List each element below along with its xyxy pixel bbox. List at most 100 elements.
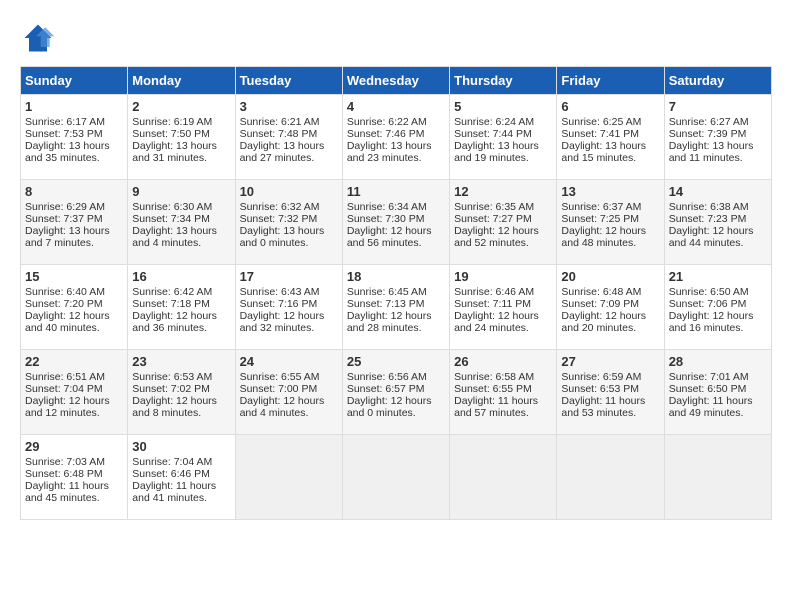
sunrise: Sunrise: 6:22 AM bbox=[347, 116, 427, 128]
day-number: 4 bbox=[347, 99, 445, 114]
sunset: Sunset: 7:39 PM bbox=[669, 128, 747, 140]
day-number: 10 bbox=[240, 184, 338, 199]
calendar-body: 1Sunrise: 6:17 AMSunset: 7:53 PMDaylight… bbox=[21, 95, 772, 520]
sunset: Sunset: 7:13 PM bbox=[347, 298, 425, 310]
sunrise: Sunrise: 6:24 AM bbox=[454, 116, 534, 128]
sunrise: Sunrise: 6:38 AM bbox=[669, 201, 749, 213]
calendar-row: 15Sunrise: 6:40 AMSunset: 7:20 PMDayligh… bbox=[21, 265, 772, 350]
calendar-cell: 15Sunrise: 6:40 AMSunset: 7:20 PMDayligh… bbox=[21, 265, 128, 350]
sunset: Sunset: 7:32 PM bbox=[240, 213, 318, 225]
day-number: 15 bbox=[25, 269, 123, 284]
daylight: Daylight: 12 hours and 4 minutes. bbox=[240, 395, 325, 419]
daylight: Daylight: 13 hours and 19 minutes. bbox=[454, 140, 539, 164]
sunrise: Sunrise: 7:04 AM bbox=[132, 456, 212, 468]
sunset: Sunset: 7:37 PM bbox=[25, 213, 103, 225]
sunrise: Sunrise: 6:19 AM bbox=[132, 116, 212, 128]
day-number: 30 bbox=[132, 439, 230, 454]
dow-header: Tuesday bbox=[235, 67, 342, 95]
day-number: 24 bbox=[240, 354, 338, 369]
daylight: Daylight: 12 hours and 44 minutes. bbox=[669, 225, 754, 249]
calendar-cell: 17Sunrise: 6:43 AMSunset: 7:16 PMDayligh… bbox=[235, 265, 342, 350]
daylight: Daylight: 12 hours and 56 minutes. bbox=[347, 225, 432, 249]
calendar-table: SundayMondayTuesdayWednesdayThursdayFrid… bbox=[20, 66, 772, 520]
calendar-cell: 6 Sunrise: 6:25 AMSunset: 7:41 PMDaylight… bbox=[557, 95, 664, 180]
day-number: 29 bbox=[25, 439, 123, 454]
sunset: Sunset: 7:53 PM bbox=[25, 128, 103, 140]
calendar-cell: 21 Sunrise: 6:50 AMSunset: 7:06 PMDayligh… bbox=[664, 265, 771, 350]
sunrise: Sunrise: 7:01 AM bbox=[669, 371, 749, 383]
day-number: 17 bbox=[240, 269, 338, 284]
day-number: 19 bbox=[454, 269, 552, 284]
calendar-cell: 1Sunrise: 6:17 AMSunset: 7:53 PMDaylight… bbox=[21, 95, 128, 180]
daylight: Daylight: 13 hours and 35 minutes. bbox=[25, 140, 110, 164]
sunset: Sunset: 6:50 PM bbox=[669, 383, 747, 395]
daylight: Daylight: 13 hours and 15 minutes. bbox=[561, 140, 646, 164]
dow-header: Thursday bbox=[450, 67, 557, 95]
sunset: Sunset: 6:53 PM bbox=[561, 383, 639, 395]
day-number: 26 bbox=[454, 354, 552, 369]
sunrise: Sunrise: 6:43 AM bbox=[240, 286, 320, 298]
daylight: Daylight: 12 hours and 40 minutes. bbox=[25, 310, 110, 334]
daylight: Daylight: 12 hours and 16 minutes. bbox=[669, 310, 754, 334]
day-of-week-row: SundayMondayTuesdayWednesdayThursdayFrid… bbox=[21, 67, 772, 95]
calendar-cell: 26Sunrise: 6:58 AMSunset: 6:55 PMDayligh… bbox=[450, 350, 557, 435]
sunset: Sunset: 7:20 PM bbox=[25, 298, 103, 310]
sunrise: Sunrise: 6:58 AM bbox=[454, 371, 534, 383]
dow-header: Monday bbox=[128, 67, 235, 95]
daylight: Daylight: 12 hours and 8 minutes. bbox=[132, 395, 217, 419]
day-number: 21 bbox=[669, 269, 767, 284]
daylight: Daylight: 13 hours and 27 minutes. bbox=[240, 140, 325, 164]
sunrise: Sunrise: 6:48 AM bbox=[561, 286, 641, 298]
daylight: Daylight: 13 hours and 4 minutes. bbox=[132, 225, 217, 249]
daylight: Daylight: 12 hours and 48 minutes. bbox=[561, 225, 646, 249]
day-number: 9 bbox=[132, 184, 230, 199]
day-number: 5 bbox=[454, 99, 552, 114]
day-number: 6 bbox=[561, 99, 659, 114]
calendar-cell: 19Sunrise: 6:46 AMSunset: 7:11 PMDayligh… bbox=[450, 265, 557, 350]
daylight: Daylight: 11 hours and 41 minutes. bbox=[132, 480, 216, 504]
sunrise: Sunrise: 6:46 AM bbox=[454, 286, 534, 298]
calendar-cell: 20 Sunrise: 6:48 AMSunset: 7:09 PMDayligh… bbox=[557, 265, 664, 350]
sunset: Sunset: 7:06 PM bbox=[669, 298, 747, 310]
day-number: 20 bbox=[561, 269, 659, 284]
sunset: Sunset: 7:00 PM bbox=[240, 383, 318, 395]
sunset: Sunset: 7:41 PM bbox=[561, 128, 639, 140]
sunrise: Sunrise: 6:37 AM bbox=[561, 201, 641, 213]
calendar-cell: 13Sunrise: 6:37 AMSunset: 7:25 PMDayligh… bbox=[557, 180, 664, 265]
day-number: 27 bbox=[561, 354, 659, 369]
calendar-cell: 3Sunrise: 6:21 AMSunset: 7:48 PMDaylight… bbox=[235, 95, 342, 180]
calendar-cell: 5 Sunrise: 6:24 AMSunset: 7:44 PMDaylight… bbox=[450, 95, 557, 180]
calendar-cell: 11Sunrise: 6:34 AMSunset: 7:30 PMDayligh… bbox=[342, 180, 449, 265]
sunset: Sunset: 6:57 PM bbox=[347, 383, 425, 395]
sunset: Sunset: 7:44 PM bbox=[454, 128, 532, 140]
daylight: Daylight: 11 hours and 53 minutes. bbox=[561, 395, 645, 419]
daylight: Daylight: 12 hours and 24 minutes. bbox=[454, 310, 539, 334]
dow-header: Friday bbox=[557, 67, 664, 95]
daylight: Daylight: 11 hours and 49 minutes. bbox=[669, 395, 753, 419]
sunrise: Sunrise: 6:17 AM bbox=[25, 116, 105, 128]
calendar-cell bbox=[342, 435, 449, 520]
sunrise: Sunrise: 6:53 AM bbox=[132, 371, 212, 383]
sunrise: Sunrise: 6:25 AM bbox=[561, 116, 641, 128]
calendar-cell: 9Sunrise: 6:30 AMSunset: 7:34 PMDaylight… bbox=[128, 180, 235, 265]
sunset: Sunset: 7:09 PM bbox=[561, 298, 639, 310]
sunset: Sunset: 7:25 PM bbox=[561, 213, 639, 225]
sunset: Sunset: 7:48 PM bbox=[240, 128, 318, 140]
dow-header: Saturday bbox=[664, 67, 771, 95]
daylight: Daylight: 13 hours and 31 minutes. bbox=[132, 140, 217, 164]
calendar-cell: 23Sunrise: 6:53 AMSunset: 7:02 PMDayligh… bbox=[128, 350, 235, 435]
sunrise: Sunrise: 6:45 AM bbox=[347, 286, 427, 298]
daylight: Daylight: 12 hours and 32 minutes. bbox=[240, 310, 325, 334]
day-number: 2 bbox=[132, 99, 230, 114]
day-number: 18 bbox=[347, 269, 445, 284]
calendar-cell: 4Sunrise: 6:22 AMSunset: 7:46 PMDaylight… bbox=[342, 95, 449, 180]
calendar-cell: 24 Sunrise: 6:55 AMSunset: 7:00 PMDayligh… bbox=[235, 350, 342, 435]
page-header bbox=[20, 20, 772, 56]
sunrise: Sunrise: 6:55 AM bbox=[240, 371, 320, 383]
sunrise: Sunrise: 6:50 AM bbox=[669, 286, 749, 298]
calendar-cell: 16Sunrise: 6:42 AMSunset: 7:18 PMDayligh… bbox=[128, 265, 235, 350]
calendar-row: 8Sunrise: 6:29 AMSunset: 7:37 PMDaylight… bbox=[21, 180, 772, 265]
daylight: Daylight: 12 hours and 20 minutes. bbox=[561, 310, 646, 334]
sunset: Sunset: 7:50 PM bbox=[132, 128, 210, 140]
calendar-cell bbox=[664, 435, 771, 520]
